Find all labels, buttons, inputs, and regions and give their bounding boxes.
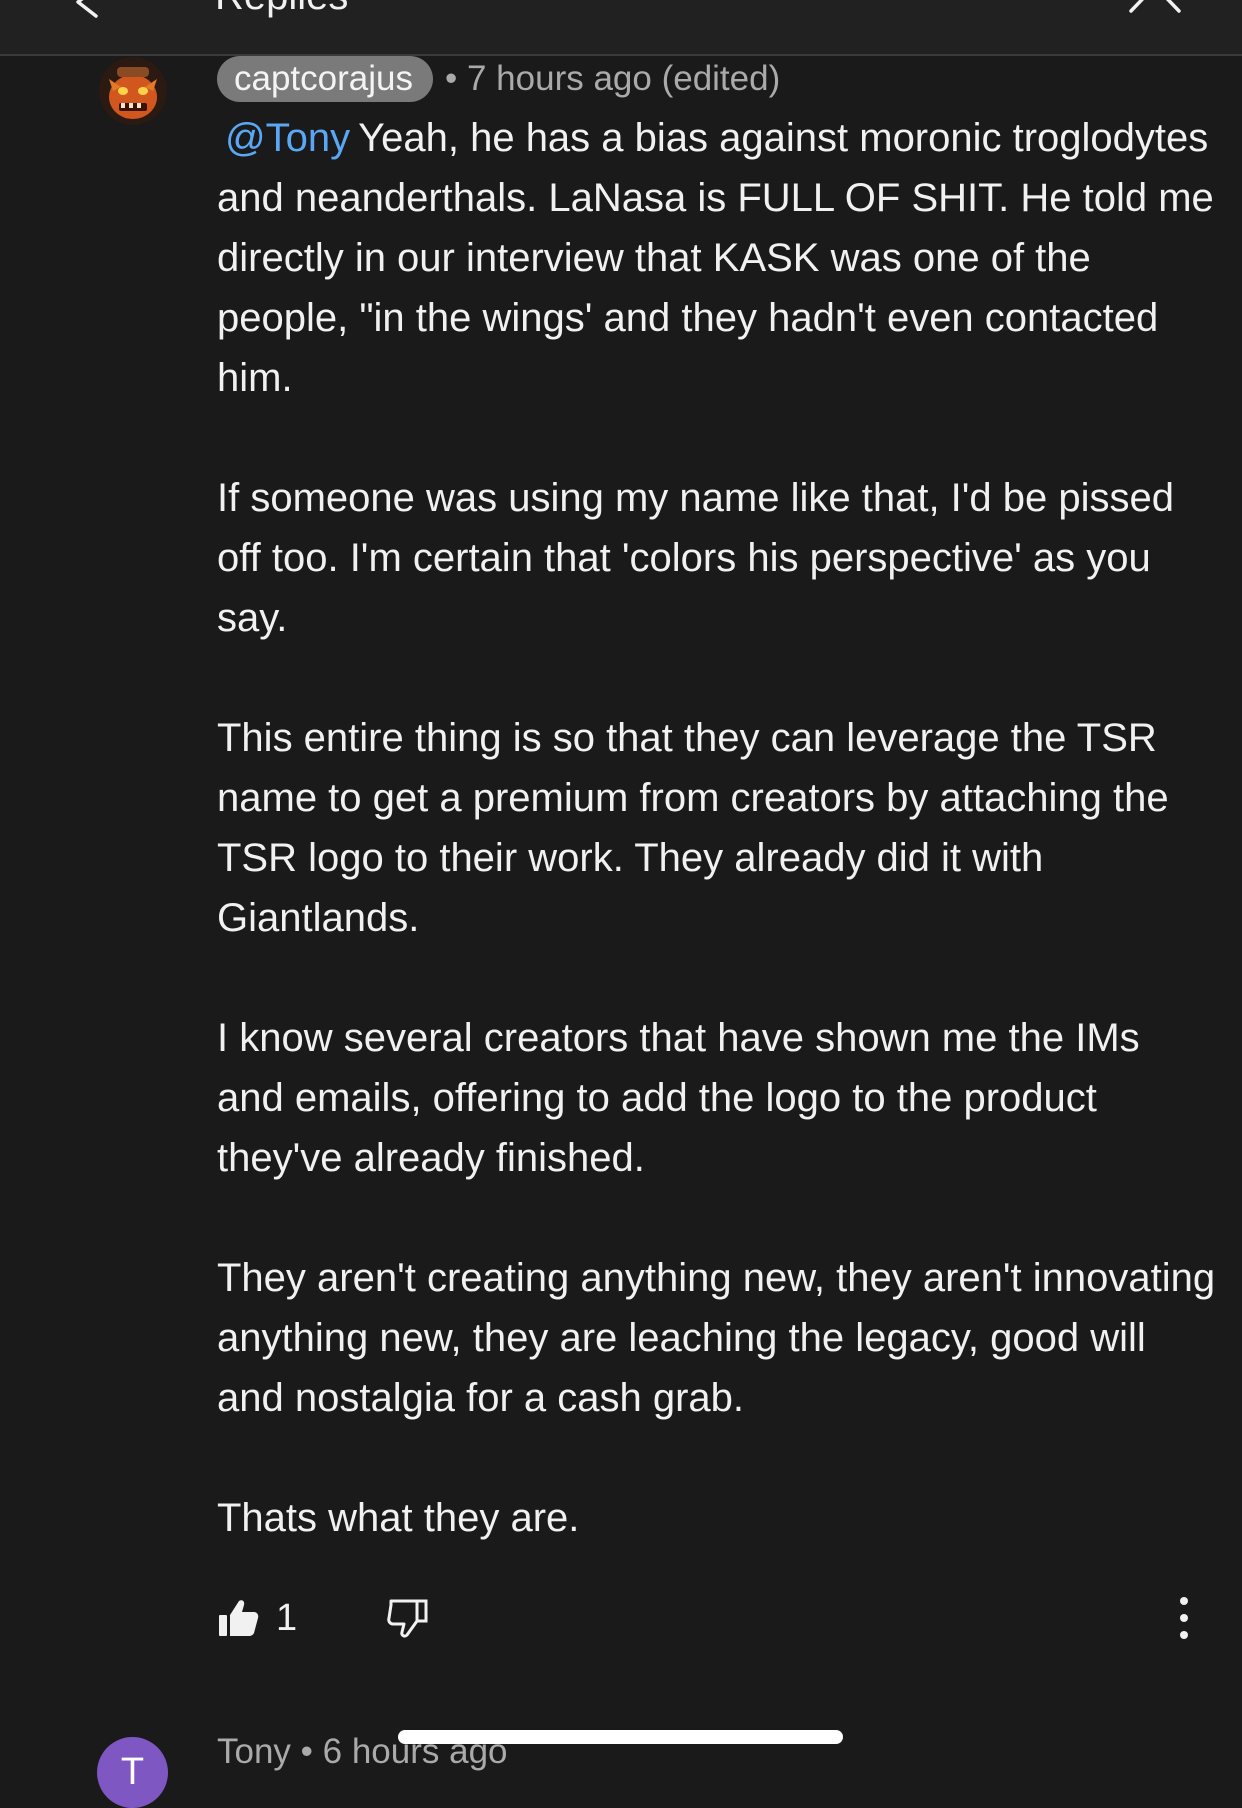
like-count: 1 (276, 1597, 298, 1639)
thumbs-up-filled-icon[interactable] (217, 1597, 259, 1639)
comment-actions: 1 (217, 1593, 1227, 1643)
home-indicator (398, 1730, 843, 1744)
comment-text: @Tony Yeah, he has a bias against moronic… (217, 108, 1217, 1548)
next-comment-avatar[interactable]: T (97, 1737, 168, 1808)
mention-link[interactable]: @Tony (225, 116, 350, 160)
comment-paragraph-text: Yeah, he has a bias against moronic trog… (217, 116, 1214, 400)
meta-separator: • (444, 59, 458, 98)
avatar[interactable] (99, 57, 167, 125)
comment-paragraph: They aren't creating anything new, they … (217, 1256, 1216, 1420)
comment-paragraph: @Tony Yeah, he has a bias against moronic… (217, 108, 1217, 408)
more-vertical-icon[interactable] (1174, 1595, 1194, 1641)
close-icon[interactable] (1128, 0, 1182, 14)
author-name-chip[interactable]: captcorajus (217, 56, 433, 102)
comment-header: captcorajus • 7 hours ago (edited) (217, 56, 780, 102)
page-title: Replies (215, 0, 348, 19)
comment-meta: • 7 hours ago (edited) (445, 59, 780, 99)
thumbs-down-outline-icon[interactable] (387, 1597, 429, 1639)
comment-timestamp: 7 hours ago (edited) (466, 59, 781, 98)
back-arrow-icon[interactable] (70, 0, 102, 18)
comment-paragraph: I know several creators that have shown … (217, 1016, 1140, 1180)
comment-paragraph: If someone was using my name like that, … (217, 476, 1175, 640)
comment-paragraph: Thats what they are. (217, 1496, 580, 1540)
comment-paragraph: This entire thing is so that they can le… (217, 716, 1169, 940)
top-bar: Replies (0, 0, 1242, 56)
avatar-image (99, 57, 167, 125)
